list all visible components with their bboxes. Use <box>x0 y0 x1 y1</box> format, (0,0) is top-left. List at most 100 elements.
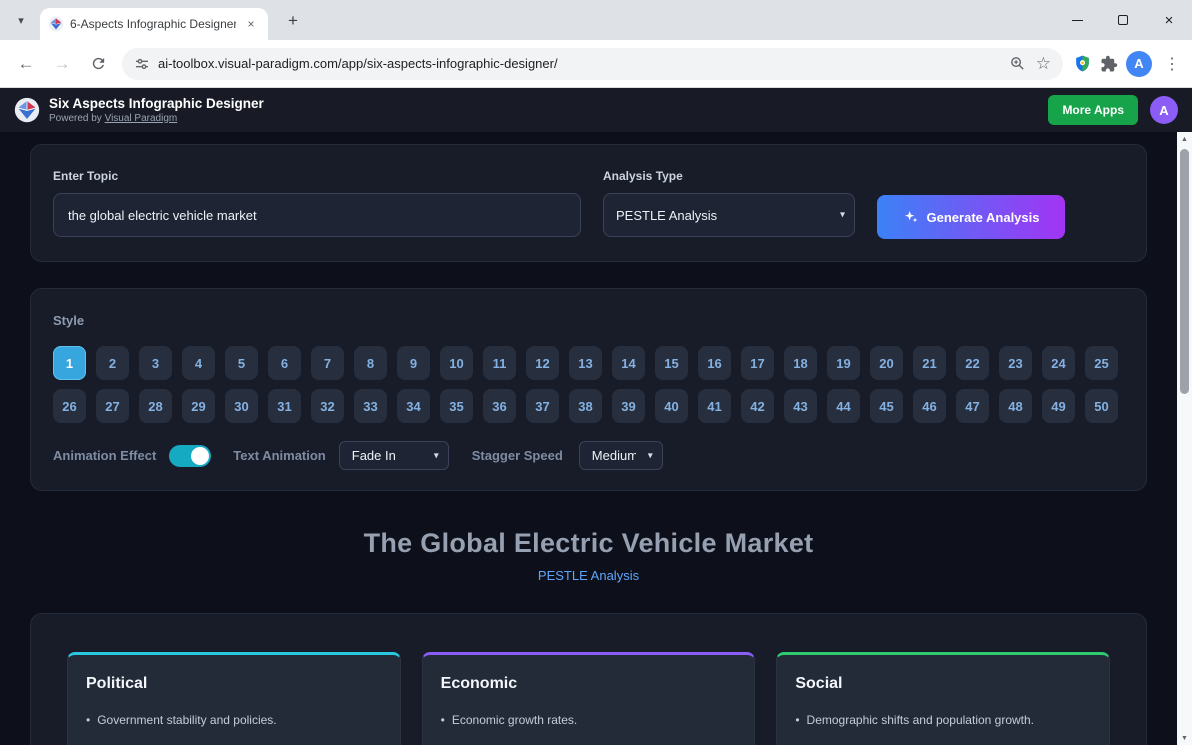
page-content: Enter Topic Analysis Type PESTLE Analysi… <box>0 132 1177 745</box>
powered-by-text: Powered by <box>49 113 102 124</box>
extension-icon[interactable] <box>1073 54 1092 73</box>
style-button[interactable]: 31 <box>268 389 301 423</box>
style-button[interactable]: 10 <box>440 346 473 380</box>
aspect-item: • Demographic shifts and population grow… <box>795 713 1091 727</box>
style-button[interactable]: 3 <box>139 346 172 380</box>
style-button[interactable]: 30 <box>225 389 258 423</box>
style-button[interactable]: 12 <box>526 346 559 380</box>
style-button[interactable]: 36 <box>483 389 516 423</box>
style-button[interactable]: 11 <box>483 346 516 380</box>
style-button[interactable]: 26 <box>53 389 86 423</box>
aspect-title: Economic <box>441 675 737 693</box>
style-button[interactable]: 50 <box>1085 389 1118 423</box>
omnibox[interactable]: ☆ <box>122 48 1063 80</box>
animation-controls-row: Animation Effect Text Animation Fade In … <box>53 441 1124 470</box>
aspect-item: • Economic growth rates. <box>441 713 737 727</box>
scroll-up-icon[interactable]: ▲ <box>1177 132 1192 146</box>
style-button[interactable]: 18 <box>784 346 817 380</box>
analysis-type-select[interactable]: PESTLE Analysis <box>603 193 855 237</box>
style-button[interactable]: 4 <box>182 346 215 380</box>
reload-button[interactable] <box>82 48 114 80</box>
back-button[interactable]: ← <box>10 48 42 80</box>
toggle-knob <box>191 447 209 465</box>
browser-menu-icon[interactable]: ⋮ <box>1160 54 1184 74</box>
aspect-item-text: Economic growth rates. <box>452 713 577 727</box>
style-button[interactable]: 38 <box>569 389 602 423</box>
style-button[interactable]: 39 <box>612 389 645 423</box>
site-favicon-icon <box>48 16 64 32</box>
style-button[interactable]: 14 <box>612 346 645 380</box>
new-tab-button[interactable]: + <box>281 9 305 33</box>
style-button[interactable]: 32 <box>311 389 344 423</box>
scrollbar-thumb[interactable] <box>1180 149 1189 394</box>
style-button[interactable]: 29 <box>182 389 215 423</box>
app-user-avatar[interactable]: A <box>1150 96 1178 124</box>
style-button[interactable]: 34 <box>397 389 430 423</box>
style-button[interactable]: 23 <box>999 346 1032 380</box>
style-button[interactable]: 33 <box>354 389 387 423</box>
style-button[interactable]: 8 <box>354 346 387 380</box>
style-button[interactable]: 45 <box>870 389 903 423</box>
sparkle-icon <box>903 209 919 225</box>
topic-input[interactable] <box>53 193 581 237</box>
style-button[interactable]: 22 <box>956 346 989 380</box>
minimize-button[interactable] <box>1054 0 1100 40</box>
style-button[interactable]: 21 <box>913 346 946 380</box>
style-button[interactable]: 7 <box>311 346 344 380</box>
style-button[interactable]: 19 <box>827 346 860 380</box>
page-scrollbar[interactable]: ▲ ▼ <box>1177 132 1192 745</box>
style-button[interactable]: 2 <box>96 346 129 380</box>
forward-button[interactable]: → <box>46 48 78 80</box>
style-button[interactable]: 25 <box>1085 346 1118 380</box>
style-label: Style <box>53 313 1124 328</box>
style-button[interactable]: 43 <box>784 389 817 423</box>
style-button[interactable]: 49 <box>1042 389 1075 423</box>
animation-effect-toggle[interactable] <box>169 445 211 467</box>
topic-label: Enter Topic <box>53 169 581 183</box>
style-button[interactable]: 28 <box>139 389 172 423</box>
maximize-button[interactable] <box>1100 0 1146 40</box>
maximize-icon <box>1118 15 1128 25</box>
site-settings-icon[interactable] <box>134 56 150 72</box>
style-button[interactable]: 48 <box>999 389 1032 423</box>
plus-icon: + <box>288 11 298 31</box>
bookmark-star-icon[interactable]: ☆ <box>1036 54 1051 74</box>
style-button[interactable]: 9 <box>397 346 430 380</box>
browser-profile-avatar[interactable]: A <box>1126 51 1152 77</box>
style-button[interactable]: 44 <box>827 389 860 423</box>
style-button[interactable]: 42 <box>741 389 774 423</box>
style-button[interactable]: 35 <box>440 389 473 423</box>
style-button[interactable]: 1 <box>53 346 86 380</box>
stagger-speed-select[interactable]: Medium <box>579 441 663 470</box>
infographic-subtitle: PESTLE Analysis <box>30 568 1147 583</box>
style-button[interactable]: 40 <box>655 389 688 423</box>
scroll-down-icon[interactable]: ▼ <box>1177 731 1192 745</box>
aspect-title: Political <box>86 675 382 693</box>
style-button[interactable]: 47 <box>956 389 989 423</box>
style-button[interactable]: 20 <box>870 346 903 380</box>
app-title-block: Six Aspects Infographic Designer Powered… <box>49 96 264 123</box>
visual-paradigm-link[interactable]: Visual Paradigm <box>105 113 178 124</box>
close-window-button[interactable]: × <box>1146 0 1192 40</box>
style-button[interactable]: 17 <box>741 346 774 380</box>
url-input[interactable] <box>158 56 1009 71</box>
forward-icon: → <box>54 54 71 74</box>
style-button[interactable]: 5 <box>225 346 258 380</box>
style-button[interactable]: 13 <box>569 346 602 380</box>
style-button[interactable]: 16 <box>698 346 731 380</box>
more-apps-button[interactable]: More Apps <box>1048 95 1138 125</box>
generate-analysis-button[interactable]: Generate Analysis <box>877 195 1065 239</box>
style-button[interactable]: 15 <box>655 346 688 380</box>
style-button[interactable]: 46 <box>913 389 946 423</box>
style-button[interactable]: 6 <box>268 346 301 380</box>
tab-close-icon[interactable]: × <box>242 15 260 33</box>
extensions-puzzle-icon[interactable] <box>1100 55 1118 73</box>
style-button[interactable]: 41 <box>698 389 731 423</box>
style-button[interactable]: 24 <box>1042 346 1075 380</box>
tab-search-button[interactable]: ▾ <box>7 8 35 32</box>
style-button[interactable]: 27 <box>96 389 129 423</box>
zoom-icon[interactable] <box>1009 55 1026 72</box>
text-animation-select[interactable]: Fade In <box>339 441 449 470</box>
style-button[interactable]: 37 <box>526 389 559 423</box>
browser-tab[interactable]: 6-Aspects Infographic Designer × <box>40 8 268 40</box>
